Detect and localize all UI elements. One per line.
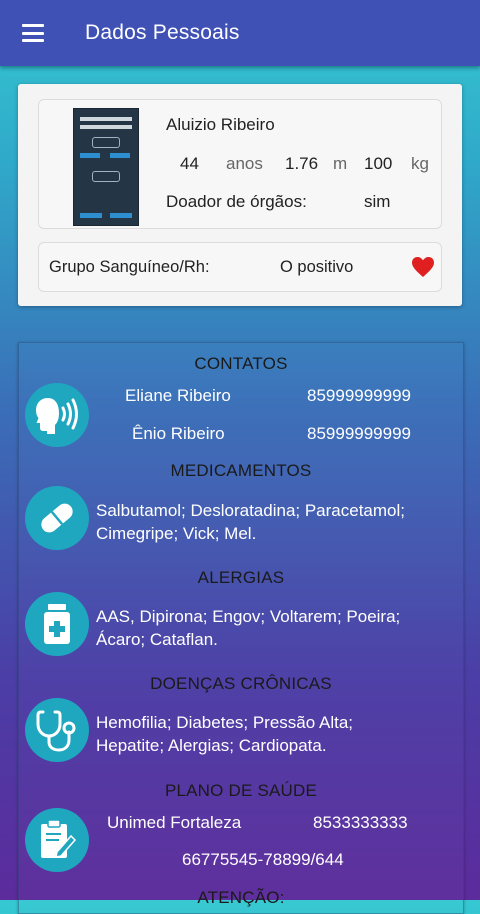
contact-name-1: Eliane Ribeiro bbox=[125, 386, 231, 405]
medications-icon-circle bbox=[25, 486, 89, 550]
medications-title: MEDICAMENTOS bbox=[170, 461, 312, 480]
weight-value: 100 bbox=[364, 154, 393, 173]
medications-line-2: Cimegripe; Vick; Mel. bbox=[96, 524, 257, 543]
contact-name-2: Ênio Ribeiro bbox=[132, 424, 225, 443]
medical-info-card: CONTATOS Eliane Ribeiro 85999999999 Ênio… bbox=[18, 342, 464, 914]
contact-phone-1[interactable]: 85999999999 bbox=[307, 386, 411, 406]
contacts-icon-circle bbox=[25, 383, 89, 447]
health-plan-card-number: 66775545-78899/644 bbox=[182, 850, 344, 869]
donor-label: Doador de órgãos: bbox=[166, 192, 307, 211]
profile-photo[interactable] bbox=[73, 108, 139, 226]
chronic-line-1: Hemofilia; Diabetes; Pressão Alta; bbox=[96, 713, 354, 732]
chronic-icon-circle bbox=[25, 698, 89, 762]
blood-type-box: Grupo Sanguíneo/Rh: O positivo bbox=[38, 242, 442, 292]
health-plan-phone[interactable]: 8533333333 bbox=[313, 813, 408, 833]
allergies-line-2: Ácaro; Cataflan. bbox=[96, 630, 218, 649]
speaking-head-icon bbox=[36, 398, 78, 434]
allergies-title: ALERGIAS bbox=[197, 568, 285, 587]
profile-name: Aluizio Ribeiro bbox=[166, 115, 275, 134]
allergies-icon-circle bbox=[25, 592, 89, 656]
profile-summary-box: Aluizio Ribeiro 44 anos 1.76 m 100 kg Do… bbox=[38, 99, 442, 229]
blood-type-value: O positivo bbox=[280, 258, 354, 276]
clipboard-edit-icon bbox=[41, 819, 77, 858]
allergies-line-1: AAS, Dipirona; Engov; Voltarem; Poeira; bbox=[96, 607, 401, 626]
blood-type-label: Grupo Sanguíneo/Rh: bbox=[49, 258, 210, 276]
contacts-title: CONTATOS bbox=[194, 354, 288, 373]
height-unit: m bbox=[333, 154, 348, 173]
medications-line-1: Salbutamol; Desloratadina; Paracetamol; bbox=[96, 501, 405, 520]
health-plan-provider: Unimed Fortaleza bbox=[107, 813, 242, 832]
profile-card: Aluizio Ribeiro 44 anos 1.76 m 100 kg Do… bbox=[18, 84, 462, 306]
health-plan-title: PLANO DE SAÚDE bbox=[164, 781, 318, 800]
pill-icon bbox=[41, 503, 73, 533]
heart-icon bbox=[412, 257, 434, 277]
health-plan-icon-circle bbox=[25, 808, 89, 872]
chronic-diseases-title: DOENÇAS CRÔNICAS bbox=[150, 674, 332, 693]
age-unit: anos bbox=[226, 154, 263, 173]
stethoscope-icon bbox=[36, 710, 76, 752]
age-value: 44 bbox=[180, 154, 199, 173]
app-bar: Dados Pessoais bbox=[0, 0, 480, 66]
hamburger-menu-icon[interactable] bbox=[22, 24, 44, 42]
contact-phone-2[interactable]: 85999999999 bbox=[307, 424, 411, 444]
page-title: Dados Pessoais bbox=[85, 21, 240, 44]
weight-unit: kg bbox=[411, 154, 429, 173]
chronic-line-2: Hepatite; Alergias; Cardiopata. bbox=[96, 736, 327, 755]
attention-title: ATENÇÃO: bbox=[197, 888, 285, 907]
medicine-bottle-icon bbox=[44, 604, 70, 644]
donor-value: sim bbox=[364, 192, 391, 211]
height-value: 1.76 bbox=[285, 154, 319, 173]
